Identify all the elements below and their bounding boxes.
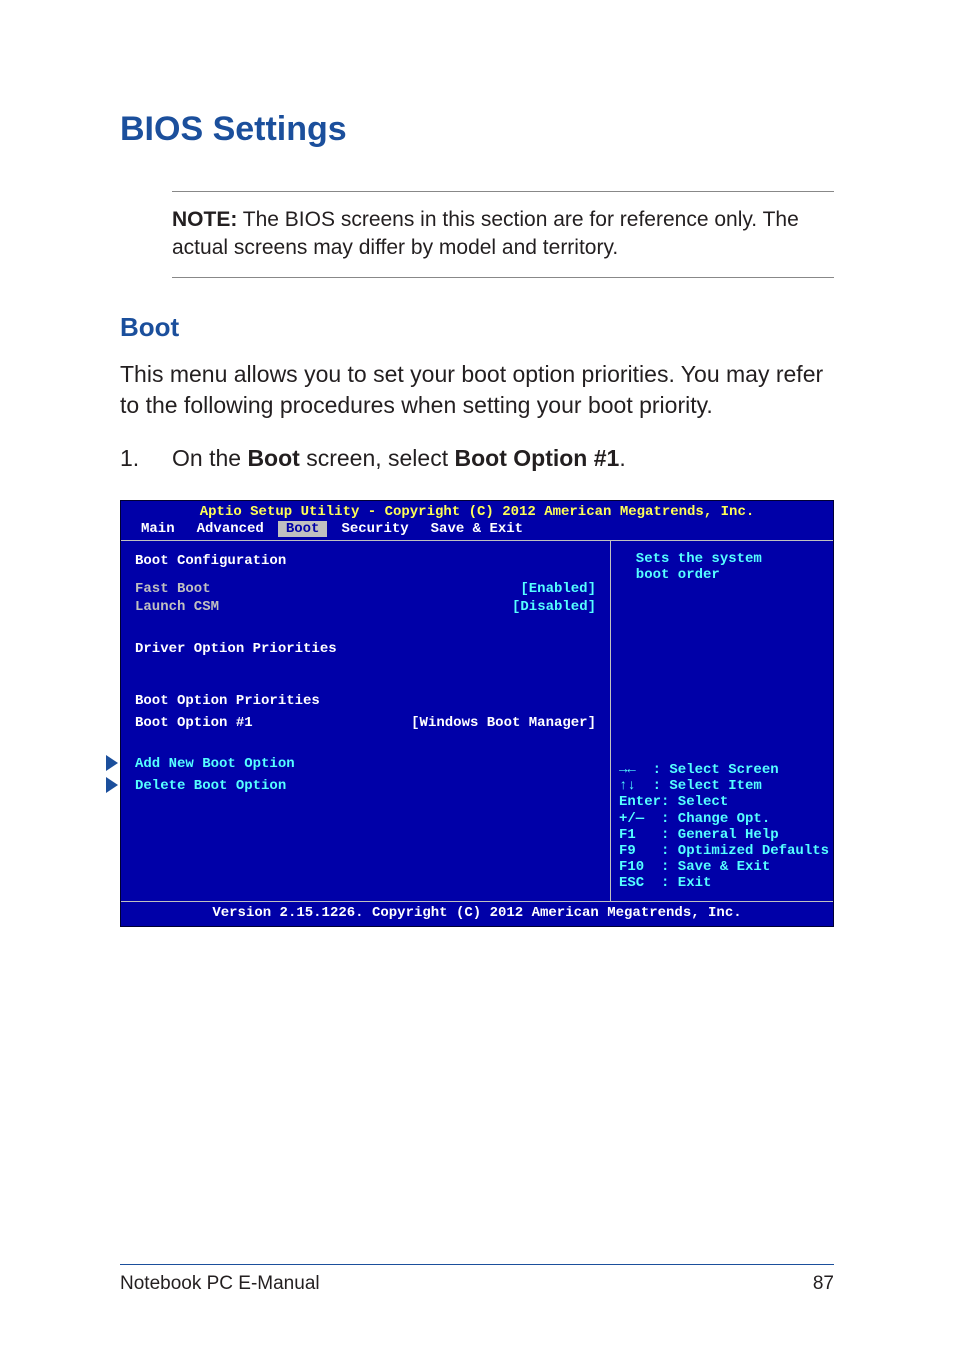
bios-menu: Main Advanced Boot Security Save & Exit [121,521,833,540]
launch-csm-label: Launch CSM [135,599,219,615]
boot-configuration-heading: Boot Configuration [135,553,596,569]
step-text: On the Boot screen, select Boot Option #… [172,443,626,474]
launch-csm-row[interactable]: Launch CSM [Disabled] [135,599,596,615]
boot-option-priorities-heading: Boot Option Priorities [135,693,596,709]
bios-body: Boot Configuration Fast Boot [Enabled] L… [121,540,833,901]
step-bold-2: Boot Option #1 [455,445,620,471]
note-text: The BIOS screens in this section are for… [172,208,799,259]
driver-option-priorities-heading: Driver Option Priorities [135,641,596,657]
arrow-icon [106,777,118,793]
add-new-boot-option[interactable]: Add New Boot Option [135,756,596,772]
fast-boot-value: [Enabled] [520,581,596,597]
step-post: . [619,445,625,471]
boot-option-1-value: [Windows Boot Manager] [411,715,596,731]
page-footer: Notebook PC E-Manual 87 [120,1264,834,1295]
delete-boot-option[interactable]: Delete Boot Option [135,778,596,794]
footer-page-number: 87 [813,1273,834,1295]
step-mid: screen, select [300,445,455,471]
step-1: 1. On the Boot screen, select Boot Optio… [120,443,834,474]
note-block: NOTE: The BIOS screens in this section a… [172,191,834,278]
step-pre: On the [172,445,247,471]
bios-help-text: Sets the system boot order [619,551,823,583]
tab-security[interactable]: Security [333,521,416,537]
arrow-icon [106,755,118,771]
tab-advanced[interactable]: Advanced [189,521,272,537]
step-bold-1: Boot [247,445,299,471]
bios-footer: Version 2.15.1226. Copyright (C) 2012 Am… [121,901,833,926]
bios-key-legend: →← : Select Screen ↑↓ : Select Item Ente… [619,762,823,891]
page-title: BIOS Settings [120,110,834,149]
bios-panel: Aptio Setup Utility - Copyright (C) 2012… [120,500,834,927]
add-new-boot-option-label: Add New Boot Option [135,756,295,772]
note-label: NOTE: [172,208,237,231]
section-heading: Boot [120,312,834,343]
boot-option-1-row[interactable]: Boot Option #1 [Windows Boot Manager] [135,715,596,731]
tab-boot[interactable]: Boot [278,521,328,537]
boot-option-1-label: Boot Option #1 [135,715,253,731]
bios-right-pane: Sets the system boot order →← : Select S… [611,541,833,901]
tab-main[interactable]: Main [133,521,183,537]
bios-left-pane: Boot Configuration Fast Boot [Enabled] L… [121,541,611,901]
footer-left: Notebook PC E-Manual [120,1273,320,1295]
fast-boot-row[interactable]: Fast Boot [Enabled] [135,581,596,597]
delete-boot-option-label: Delete Boot Option [135,778,286,794]
tab-save-exit[interactable]: Save & Exit [423,521,531,537]
bios-header: Aptio Setup Utility - Copyright (C) 2012… [121,501,833,521]
intro-text: This menu allows you to set your boot op… [120,359,834,421]
launch-csm-value: [Disabled] [512,599,596,615]
fast-boot-label: Fast Boot [135,581,211,597]
step-number: 1. [120,443,172,474]
